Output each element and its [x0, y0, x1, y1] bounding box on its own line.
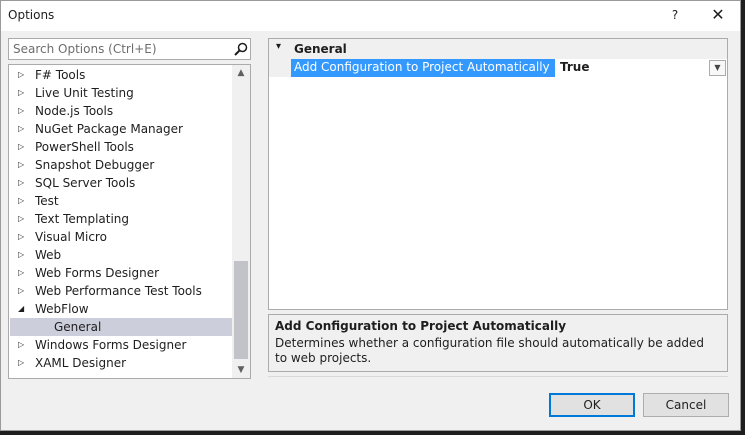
- collapsed-arrow-icon[interactable]: ▷: [18, 120, 28, 138]
- tree-item[interactable]: ▷ PowerShell Tools: [10, 138, 232, 156]
- search-box: [8, 38, 251, 60]
- tree-item-label: WebFlow: [35, 302, 89, 316]
- tree-scrollbar[interactable]: ▲ ▼: [232, 65, 250, 378]
- category-label: General: [294, 42, 347, 56]
- tree-item-label: Text Templating: [35, 212, 130, 226]
- tree-item-label: Test: [35, 194, 59, 208]
- tree-item-label: General: [54, 320, 102, 334]
- tree-item-label: Live Unit Testing: [35, 86, 134, 100]
- tree-item-label: XAML Designer: [35, 356, 127, 370]
- collapsed-arrow-icon[interactable]: ▷: [18, 336, 28, 354]
- collapsed-arrow-icon[interactable]: ▷: [18, 66, 28, 84]
- collapsed-arrow-icon[interactable]: ▷: [18, 84, 28, 102]
- tree-item[interactable]: ▷ NuGet Package Manager: [10, 120, 232, 138]
- property-name[interactable]: Add Configuration to Project Automatical…: [291, 59, 555, 77]
- search-icon[interactable]: [233, 41, 249, 57]
- tree-child-item[interactable]: General: [10, 318, 232, 336]
- scroll-thumb[interactable]: [234, 261, 248, 359]
- tree-item[interactable]: ◢ WebFlow: [10, 300, 232, 318]
- scroll-down-icon[interactable]: ▼: [232, 362, 250, 378]
- tree-item-label: Web Forms Designer: [35, 266, 160, 280]
- tree-item-label: Visual Micro: [35, 230, 107, 244]
- collapse-arrow-icon[interactable]: ▾: [276, 41, 281, 52]
- options-dialog: Options ? ✕ ▷F# Tools▷Live Unit Testing▷…: [0, 0, 741, 431]
- tree-item[interactable]: ▷ Web Performance Test Tools: [10, 282, 232, 300]
- help-button[interactable]: ?: [661, 3, 689, 27]
- tree-item[interactable]: ▷ Text Templating: [10, 210, 232, 228]
- tree-item-label: Windows Forms Designer: [35, 338, 187, 352]
- tree-item[interactable]: ▷ Snapshot Debugger: [10, 156, 232, 174]
- tree-item[interactable]: ▷ Windows Forms Designer: [10, 336, 232, 354]
- collapsed-arrow-icon[interactable]: ▷: [18, 210, 28, 228]
- collapsed-arrow-icon[interactable]: ▷: [18, 138, 28, 156]
- tree-item[interactable]: ▷ Live Unit Testing: [10, 84, 232, 102]
- expanded-arrow-icon[interactable]: ◢: [18, 300, 28, 318]
- tree-item[interactable]: ▷ Node.js Tools: [10, 102, 232, 120]
- collapsed-arrow-icon[interactable]: ▷: [18, 282, 28, 300]
- tree-item[interactable]: ▷ Web Forms Designer: [10, 264, 232, 282]
- scroll-up-icon[interactable]: ▲: [232, 65, 250, 81]
- description-title: Add Configuration to Project Automatical…: [275, 319, 567, 333]
- property-value[interactable]: True: [556, 59, 727, 77]
- property-margin: [269, 59, 291, 77]
- close-button[interactable]: ✕: [704, 3, 732, 27]
- tree-item[interactable]: ▷ Visual Micro: [10, 228, 232, 246]
- tree-item[interactable]: ▷ F# Tools: [10, 66, 232, 84]
- tree-item[interactable]: ▷ Test: [10, 192, 232, 210]
- collapsed-arrow-icon[interactable]: ▷: [18, 102, 28, 120]
- tree-item-label: SQL Server Tools: [35, 176, 136, 190]
- cancel-button[interactable]: Cancel: [643, 393, 729, 417]
- search-input[interactable]: [9, 39, 227, 59]
- collapsed-arrow-icon[interactable]: ▷: [18, 264, 28, 282]
- tree-item-label: Node.js Tools: [35, 104, 114, 118]
- options-tree: ▷ F# Tools ▷ Live Unit Testing ▷ Node.js Tool…: [8, 64, 251, 379]
- tree-item-label: Snapshot Debugger: [35, 158, 155, 172]
- collapsed-arrow-icon[interactable]: ▷: [18, 156, 28, 174]
- ok-button[interactable]: OK: [549, 393, 635, 417]
- window-title: Options: [8, 8, 55, 22]
- category-general[interactable]: ▾ General: [269, 39, 727, 59]
- description-text: Determines whether a configuration file …: [275, 336, 705, 365]
- collapsed-arrow-icon[interactable]: ▷: [18, 228, 28, 246]
- collapsed-arrow-icon[interactable]: ▷: [18, 192, 28, 210]
- property-row[interactable]: Add Configuration to Project Automatical…: [269, 59, 727, 77]
- collapsed-arrow-icon[interactable]: ▷: [18, 174, 28, 192]
- description-panel: Add Configuration to Project Automatical…: [268, 314, 728, 372]
- chevron-down-icon[interactable]: ▼: [709, 60, 726, 76]
- tree-item[interactable]: ▷ SQL Server Tools: [10, 174, 232, 192]
- tree-item-label: Web Performance Test Tools: [35, 284, 202, 298]
- tree-item[interactable]: ▷ XAML Designer: [10, 354, 232, 372]
- tree-item-label: PowerShell Tools: [35, 140, 134, 154]
- tree-item-label: F# Tools: [35, 68, 86, 82]
- tree-item-label: NuGet Package Manager: [35, 122, 183, 136]
- separator: [268, 376, 728, 377]
- collapsed-arrow-icon[interactable]: ▷: [18, 246, 28, 264]
- tree-item-label: Web: [35, 248, 62, 262]
- title-bar: Options ? ✕: [1, 1, 740, 31]
- property-grid: ▾ General Add Configuration to Project A…: [268, 38, 728, 310]
- tree-item[interactable]: ▷ Web: [10, 246, 232, 264]
- collapsed-arrow-icon[interactable]: ▷: [18, 354, 28, 372]
